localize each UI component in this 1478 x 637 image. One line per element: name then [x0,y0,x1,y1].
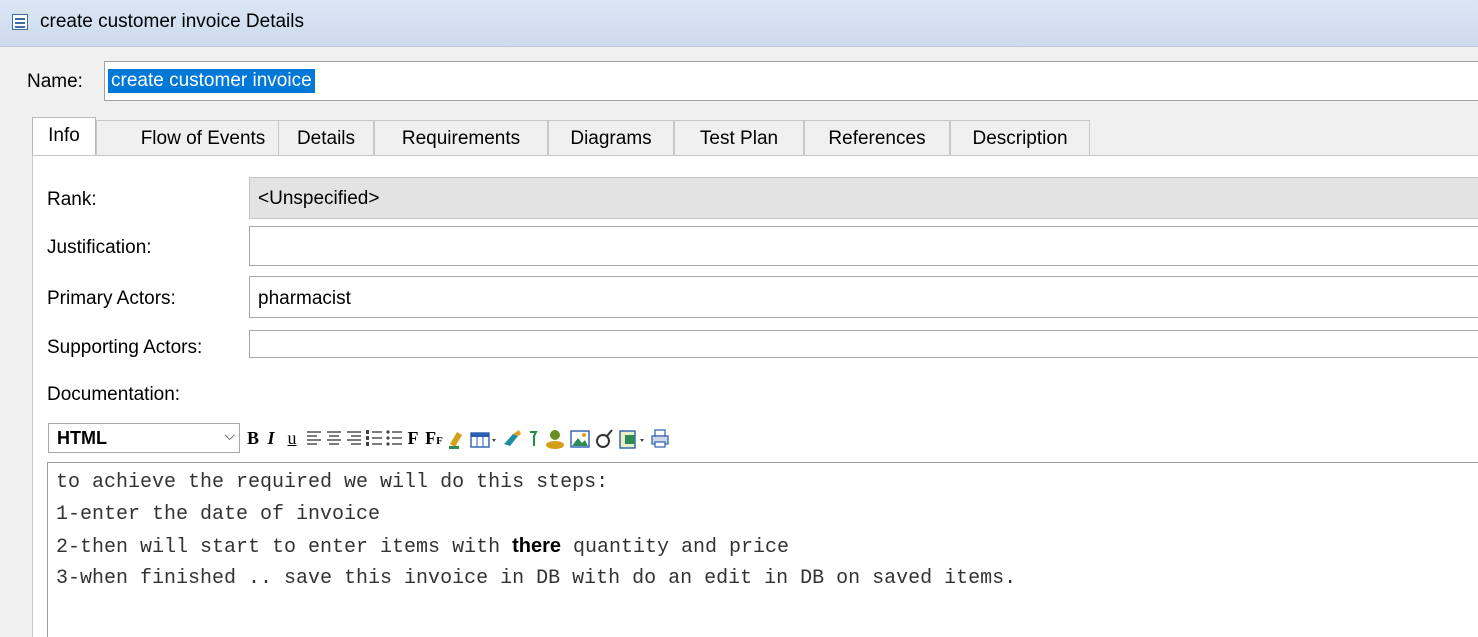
chevron-down-icon: ⌵ [224,427,235,443]
documentation-editor[interactable]: to achieve the required we will do this … [47,462,1478,637]
font-button[interactable]: F [405,422,421,454]
document-icon [12,14,28,30]
align-left-icon[interactable] [305,422,323,454]
bullet-list-icon[interactable] [385,422,403,454]
tab-test-plan[interactable]: Test Plan [674,120,804,155]
format-select[interactable]: HTML ⌵ [48,423,240,453]
supporting-actors-input[interactable] [249,330,1478,358]
align-center-icon[interactable] [325,422,343,454]
primary-actors-label: Primary Actors: [47,288,176,309]
table-icon[interactable] [469,422,499,454]
symbol-icon[interactable] [593,422,615,454]
doc-line-3-start: 2-then will start to enter items with [56,536,513,559]
justification-label: Justification: [47,237,152,258]
font-size-label: F [425,428,437,448]
name-label: Name: [27,71,83,92]
doc-line-3-bold: there [512,535,561,557]
justification-input[interactable] [249,226,1478,266]
name-value: create customer invoice [108,69,315,93]
link-icon[interactable] [501,422,523,454]
highlight-icon[interactable] [447,422,467,454]
supporting-actors-label: Supporting Actors: [47,337,203,358]
format-value: HTML [57,428,107,448]
doc-line-2: 1-enter the date of invoice [56,503,381,526]
title-bar: create customer invoice Details [0,0,1478,47]
numbered-list-icon[interactable] [365,422,383,454]
doc-line-3-end: quantity and price [560,536,790,559]
name-input[interactable]: create customer invoice [104,61,1478,101]
tab-references[interactable]: References [804,120,950,155]
tab-info[interactable]: Info [32,117,96,156]
tab-requirements[interactable]: Requirements [374,120,548,155]
primary-actors-value: pharmacist [258,288,351,309]
rank-select[interactable]: <Unspecified> [249,177,1478,219]
tab-details[interactable]: Details [278,120,374,155]
rank-value: <Unspecified> [258,188,380,209]
doc-line-1: to achieve the required we will do this … [56,471,609,494]
bold-button[interactable]: B [245,422,261,454]
documentation-label: Documentation: [47,384,181,405]
print-icon[interactable] [649,422,671,454]
doc-line-4: 3-when finished .. save this invoice in … [56,567,1017,590]
font-size-button[interactable]: FF [423,422,445,454]
doc-line-3: 2-then will start to enter items with th… [56,535,789,559]
user-icon[interactable] [543,422,567,454]
primary-actors-input[interactable]: pharmacist [249,276,1478,318]
underline-button[interactable]: u [283,422,301,454]
anchor-icon[interactable] [525,422,541,454]
window-title: create customer invoice Details [40,11,304,32]
rank-label: Rank: [47,189,97,210]
tab-description[interactable]: Description [950,120,1090,155]
image-icon[interactable] [569,422,591,454]
italic-button[interactable]: I [263,422,279,454]
align-right-icon[interactable] [345,422,363,454]
template-icon[interactable] [617,422,647,454]
tab-diagrams[interactable]: Diagrams [548,120,674,155]
